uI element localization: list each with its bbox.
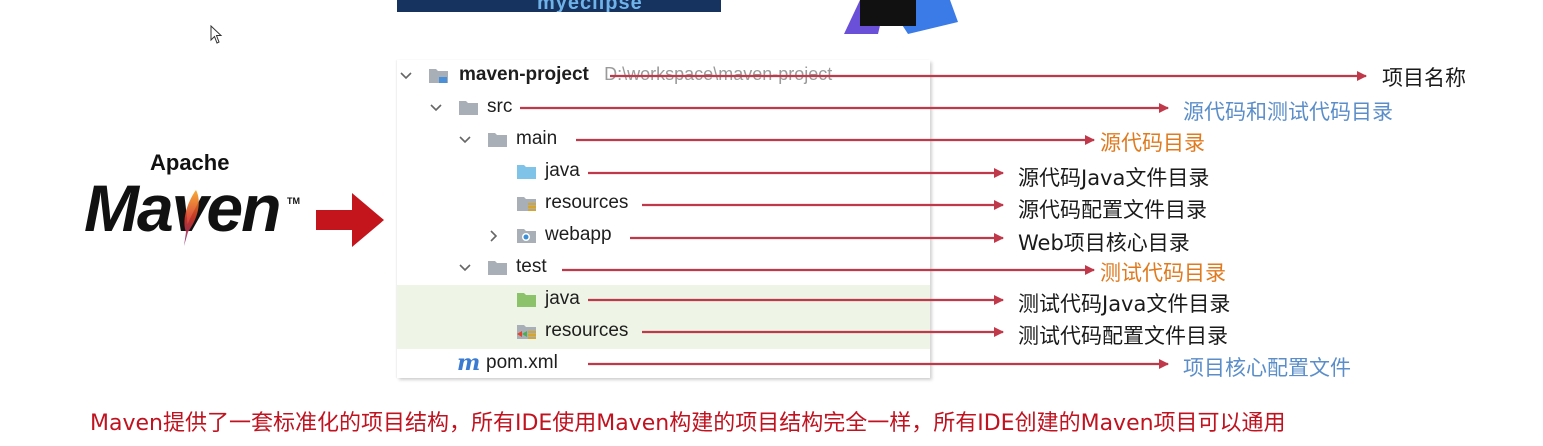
chevron-right-icon[interactable] <box>487 229 501 243</box>
mouse-cursor-icon <box>210 25 223 44</box>
annotation-root: 项目名称 <box>1382 66 1466 90</box>
resources-folder-icon <box>517 197 536 211</box>
tree-item-test-resources[interactable]: resources <box>545 320 628 342</box>
annotation-main-resources: 源代码配置文件目录 <box>1018 198 1207 222</box>
annotation-main-java: 源代码Java文件目录 <box>1018 166 1210 190</box>
folder-icon <box>488 133 507 147</box>
chevron-down-icon[interactable] <box>458 261 472 275</box>
tree-item-src[interactable]: src <box>487 96 512 118</box>
annotation-test-java: 测试代码Java文件目录 <box>1018 292 1231 316</box>
folder-icon <box>488 261 507 275</box>
tree-item-test[interactable]: test <box>516 256 547 278</box>
test-resources-folder-icon <box>517 325 536 339</box>
chevron-down-icon[interactable] <box>458 133 472 147</box>
web-folder-icon <box>517 229 536 243</box>
maven-m-icon: m <box>457 350 481 376</box>
chevron-down-icon[interactable] <box>399 69 413 83</box>
project-path: D:\workspace\maven-project <box>604 64 833 84</box>
caption-text: Maven提供了一套标准化的项目结构，所有IDE使用Maven构建的项目结构完全… <box>90 411 1286 436</box>
annotation-test-resources: 测试代码配置文件目录 <box>1018 324 1228 348</box>
tree-item-label: maven-project <box>459 64 589 85</box>
source-folder-icon <box>517 165 536 179</box>
trademark-mark: TM <box>287 196 300 206</box>
tree-item-main-java[interactable]: java <box>545 160 580 182</box>
annotation-webapp: Web项目核心目录 <box>1018 231 1190 255</box>
test-folder-highlight <box>397 285 930 349</box>
tree-item-test-java[interactable]: java <box>545 288 580 310</box>
folder-icon <box>459 101 478 115</box>
chevron-down-icon[interactable] <box>429 101 443 115</box>
myeclipse-logo-text: myeclipse <box>537 0 643 12</box>
module-folder-icon <box>429 69 448 83</box>
annotation-main: 源代码目录 <box>1100 131 1205 155</box>
annotation-src: 源代码和测试代码目录 <box>1183 100 1393 124</box>
tree-item-main-resources[interactable]: resources <box>545 192 628 214</box>
tree-item-webapp[interactable]: webapp <box>545 224 612 246</box>
annotation-test: 测试代码目录 <box>1100 261 1226 285</box>
big-right-arrow-icon <box>316 193 384 247</box>
myeclipse-logo: myeclipse <box>397 0 721 12</box>
test-source-folder-icon <box>517 293 536 307</box>
tree-item-pom-xml[interactable]: pom.xml <box>486 352 558 374</box>
tree-item-main[interactable]: main <box>516 128 557 150</box>
ide-logo <box>844 0 958 34</box>
annotation-pom: 项目核心配置文件 <box>1183 356 1351 380</box>
tree-item-maven-project[interactable]: maven-project D:\workspace\maven-project <box>459 64 832 86</box>
apache-feather-icon <box>184 190 199 246</box>
